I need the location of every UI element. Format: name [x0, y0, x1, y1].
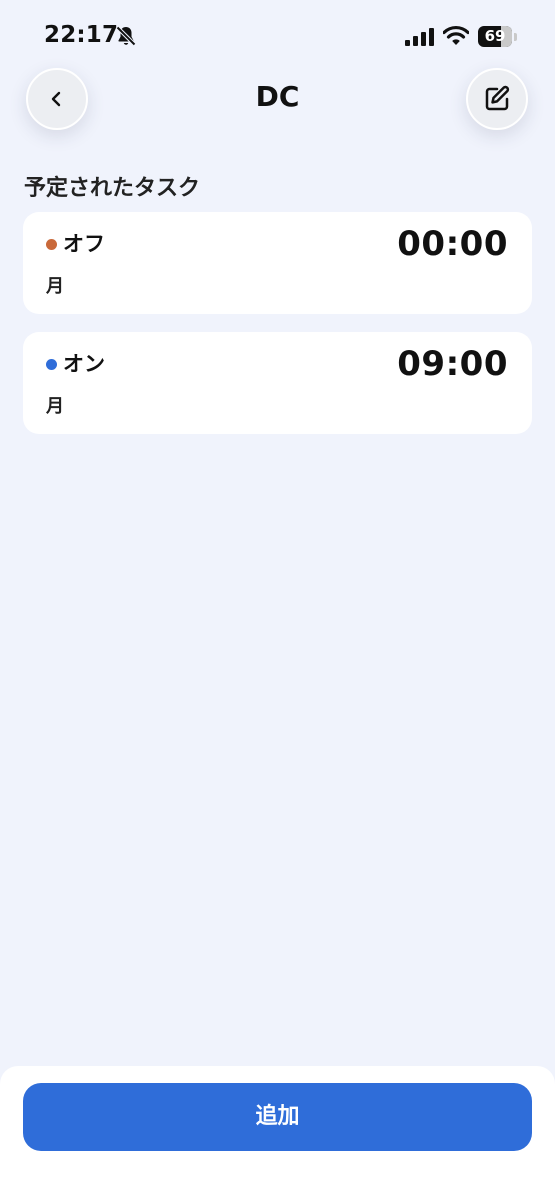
status-time: 22:17 [44, 22, 119, 48]
task-time: 09:00 [397, 344, 508, 384]
task-name: オン [63, 352, 105, 376]
task-status-dot [46, 239, 57, 250]
edit-icon [485, 85, 510, 111]
task-card[interactable]: オン 09:00 月 [23, 332, 532, 434]
wifi-icon [443, 25, 469, 45]
section-title: 予定されたタスク [24, 176, 201, 201]
bell-off-icon [116, 26, 136, 46]
battery-indicator: 69 [478, 26, 518, 48]
edit-button[interactable] [466, 68, 528, 130]
task-days: 月 [46, 396, 64, 417]
task-status-dot [46, 359, 57, 370]
task-days: 月 [46, 276, 64, 297]
task-card[interactable]: オフ 00:00 月 [23, 212, 532, 314]
add-button[interactable]: 追加 [23, 1083, 532, 1151]
task-time: 00:00 [397, 224, 508, 264]
battery-body: 69 [478, 26, 512, 47]
bottom-panel: 追加 [0, 1066, 555, 1200]
battery-tip [514, 33, 517, 41]
task-name: オフ [63, 232, 105, 256]
cellular-signal-icon [405, 28, 434, 46]
status-bar: 22:17 69 [0, 0, 555, 60]
battery-level-text: 69 [484, 27, 506, 45]
